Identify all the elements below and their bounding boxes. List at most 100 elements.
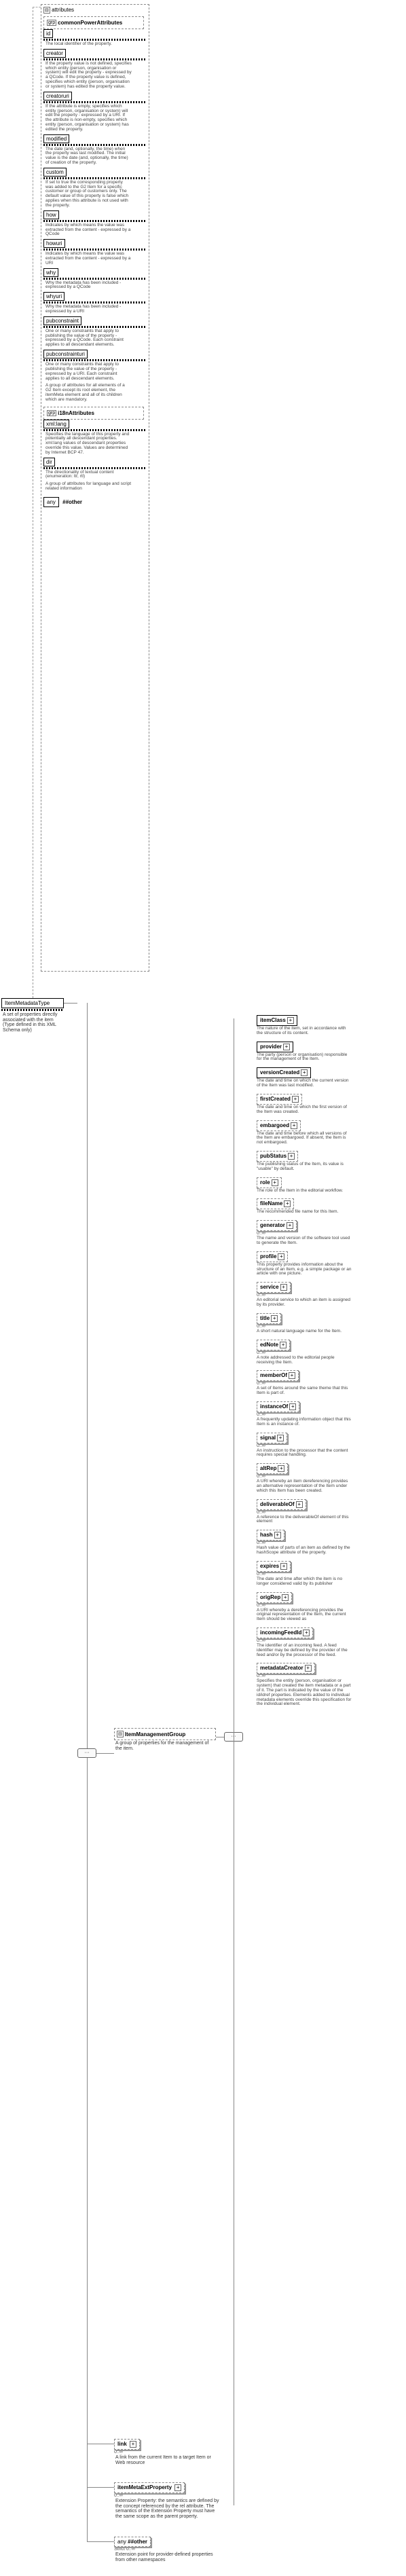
element-title: title+0..∞A short natural language name … bbox=[257, 1313, 391, 1334]
expand-icon[interactable]: + bbox=[292, 1096, 299, 1103]
expand-icon[interactable]: + bbox=[287, 1017, 294, 1024]
element-name: pubStatus bbox=[260, 1153, 287, 1159]
attr-xml-lang: xml:langSpecifies the language of this p… bbox=[43, 420, 147, 456]
element-box: service+ bbox=[257, 1282, 291, 1293]
zig bbox=[43, 301, 147, 303]
expand-icon[interactable]: + bbox=[130, 2441, 136, 2448]
expand-icon[interactable]: + bbox=[280, 1284, 287, 1291]
zig bbox=[43, 359, 147, 361]
group-name: i18nAttributes bbox=[58, 410, 94, 416]
ext-element: itemMetaExtProperty + bbox=[114, 2482, 185, 2493]
expand-icon[interactable]: + bbox=[291, 1122, 297, 1129]
expand-icon[interactable]: + bbox=[174, 2484, 181, 2491]
expand-icon[interactable]: + bbox=[283, 1044, 290, 1050]
element-box: hash+ bbox=[257, 1530, 284, 1541]
expand-icon[interactable]: + bbox=[284, 1200, 291, 1207]
connector bbox=[87, 2541, 114, 2542]
expand-icon[interactable]: + bbox=[272, 1179, 278, 1186]
element-name: profile bbox=[260, 1253, 276, 1259]
mgmt-name: ItemManagementGroup bbox=[125, 1731, 185, 1737]
attr-name: pubconstrainturi bbox=[43, 350, 88, 358]
expand-icon[interactable]: + bbox=[280, 1563, 287, 1570]
element-box: firstCreated+ bbox=[257, 1094, 302, 1105]
element-desc: A short natural language name for the It… bbox=[257, 1329, 352, 1334]
element-box: embargoed+ bbox=[257, 1120, 301, 1131]
expand-icon[interactable]: + bbox=[301, 1069, 308, 1076]
element-box: expires+ bbox=[257, 1561, 291, 1572]
expand-icon[interactable]: + bbox=[271, 1315, 278, 1322]
expand-icon[interactable]: + bbox=[278, 1253, 284, 1260]
element-box: memberOf+ bbox=[257, 1370, 299, 1381]
commonpower-desc: A group of attributes for all elements o… bbox=[43, 383, 132, 402]
element-box: versionCreated+ bbox=[257, 1067, 311, 1078]
element-occ: 0..∞ bbox=[257, 1510, 391, 1515]
element-box: instanceOf+ bbox=[257, 1401, 299, 1412]
branch-icon: ⊟ bbox=[43, 7, 50, 14]
element-name: title bbox=[260, 1315, 270, 1321]
attr-custom: customIf set to true the corresponding p… bbox=[43, 168, 147, 208]
attr-desc: One or many constraints that apply to pu… bbox=[43, 329, 132, 348]
element-desc: The nature of the item, set in accordanc… bbox=[257, 1026, 352, 1036]
attr-name: pubconstraint bbox=[43, 316, 81, 325]
expand-icon[interactable]: + bbox=[287, 1222, 293, 1229]
element-firstCreated: firstCreated+The date and time on which … bbox=[257, 1094, 391, 1115]
i18n-desc: A group of attributes for language and s… bbox=[43, 481, 132, 492]
element-occ: 0..∞ bbox=[257, 1603, 391, 1608]
group-icon: ⊟ bbox=[117, 1731, 124, 1737]
expand-icon[interactable]: + bbox=[289, 1372, 295, 1379]
element-desc: The publishing status of the Item, its v… bbox=[257, 1162, 352, 1172]
expand-icon[interactable]: + bbox=[282, 1594, 289, 1601]
element-metadataCreator: metadataCreator+0..∞Specifies the entity… bbox=[257, 1663, 391, 1707]
element-occ: 0..∞ bbox=[257, 1541, 391, 1545]
expand-icon[interactable]: + bbox=[288, 1153, 295, 1160]
ext-occ: 0..∞ bbox=[114, 2493, 229, 2498]
group-icon: grp bbox=[47, 410, 56, 416]
expand-icon[interactable]: + bbox=[305, 1665, 312, 1672]
element-hash: hash+0..∞Hash value of parts of an item … bbox=[257, 1530, 391, 1556]
group-commonpower: grp commonPowerAttributes bbox=[43, 16, 144, 29]
attributes-container: ⊟ attributes grp commonPowerAttributes i… bbox=[41, 4, 149, 972]
expand-icon[interactable]: + bbox=[303, 1630, 310, 1636]
expand-icon[interactable]: + bbox=[274, 1532, 281, 1539]
element-desc: A note addressed to the editorial people… bbox=[257, 1355, 352, 1365]
attr-desc: The local identifier of the property. bbox=[43, 41, 132, 47]
element-name: provider bbox=[260, 1044, 282, 1050]
expand-icon[interactable]: + bbox=[296, 1501, 303, 1508]
expand-icon[interactable]: + bbox=[289, 1403, 296, 1410]
attr-list: idThe local identifier of the property.c… bbox=[43, 29, 147, 381]
attr-creatoruri: creatoruriIf the attribute is empty, spe… bbox=[43, 92, 147, 132]
attr-desc: Indicates by which means the value was e… bbox=[43, 251, 132, 265]
element-name: metadataCreator bbox=[260, 1665, 303, 1671]
expand-icon[interactable]: + bbox=[278, 1465, 284, 1472]
element-box: fileName+ bbox=[257, 1198, 294, 1209]
element-name: versionCreated bbox=[260, 1069, 299, 1075]
zig bbox=[43, 220, 147, 222]
connector bbox=[64, 1003, 77, 1004]
element-box: itemClass+ bbox=[257, 1015, 297, 1026]
expand-icon[interactable]: + bbox=[277, 1435, 284, 1441]
element-occ: 0..∞ bbox=[257, 1412, 391, 1417]
attr-desc: If set to true the corresponding propert… bbox=[43, 180, 132, 208]
link-occ: 0..∞ bbox=[114, 2450, 216, 2454]
any-label: any bbox=[43, 497, 59, 507]
zig bbox=[43, 58, 147, 60]
ext-desc: Extension Property: the semantics are de… bbox=[114, 2498, 223, 2520]
element-desc: Hash value of parts of an item as define… bbox=[257, 1545, 352, 1556]
element-name: instanceOf bbox=[260, 1403, 288, 1410]
attr-whyuri: whyuriWhy the metadata has been included… bbox=[43, 292, 147, 314]
zig bbox=[43, 429, 147, 431]
zig bbox=[43, 249, 147, 251]
element-occ: 0..∞ bbox=[257, 1443, 391, 1448]
element-desc: An instruction to the processor that the… bbox=[257, 1448, 352, 1458]
attr-how: howIndicates by which means the value wa… bbox=[43, 210, 147, 237]
element-box: deliverableOf+ bbox=[257, 1499, 306, 1510]
element-name: fileName bbox=[260, 1200, 282, 1207]
element-box: signal+ bbox=[257, 1433, 287, 1443]
attr-desc: If the attribute is empty, specifies whi… bbox=[43, 104, 132, 132]
attr-desc: The directionality of textual content (e… bbox=[43, 470, 132, 480]
element-desc: A URI whereby a dereferencing provides t… bbox=[257, 1608, 352, 1622]
attributes-label: attributes bbox=[52, 7, 74, 13]
element-name: firstCreated bbox=[260, 1096, 291, 1102]
element-name: edNote bbox=[260, 1342, 278, 1348]
expand-icon[interactable]: + bbox=[280, 1342, 287, 1348]
